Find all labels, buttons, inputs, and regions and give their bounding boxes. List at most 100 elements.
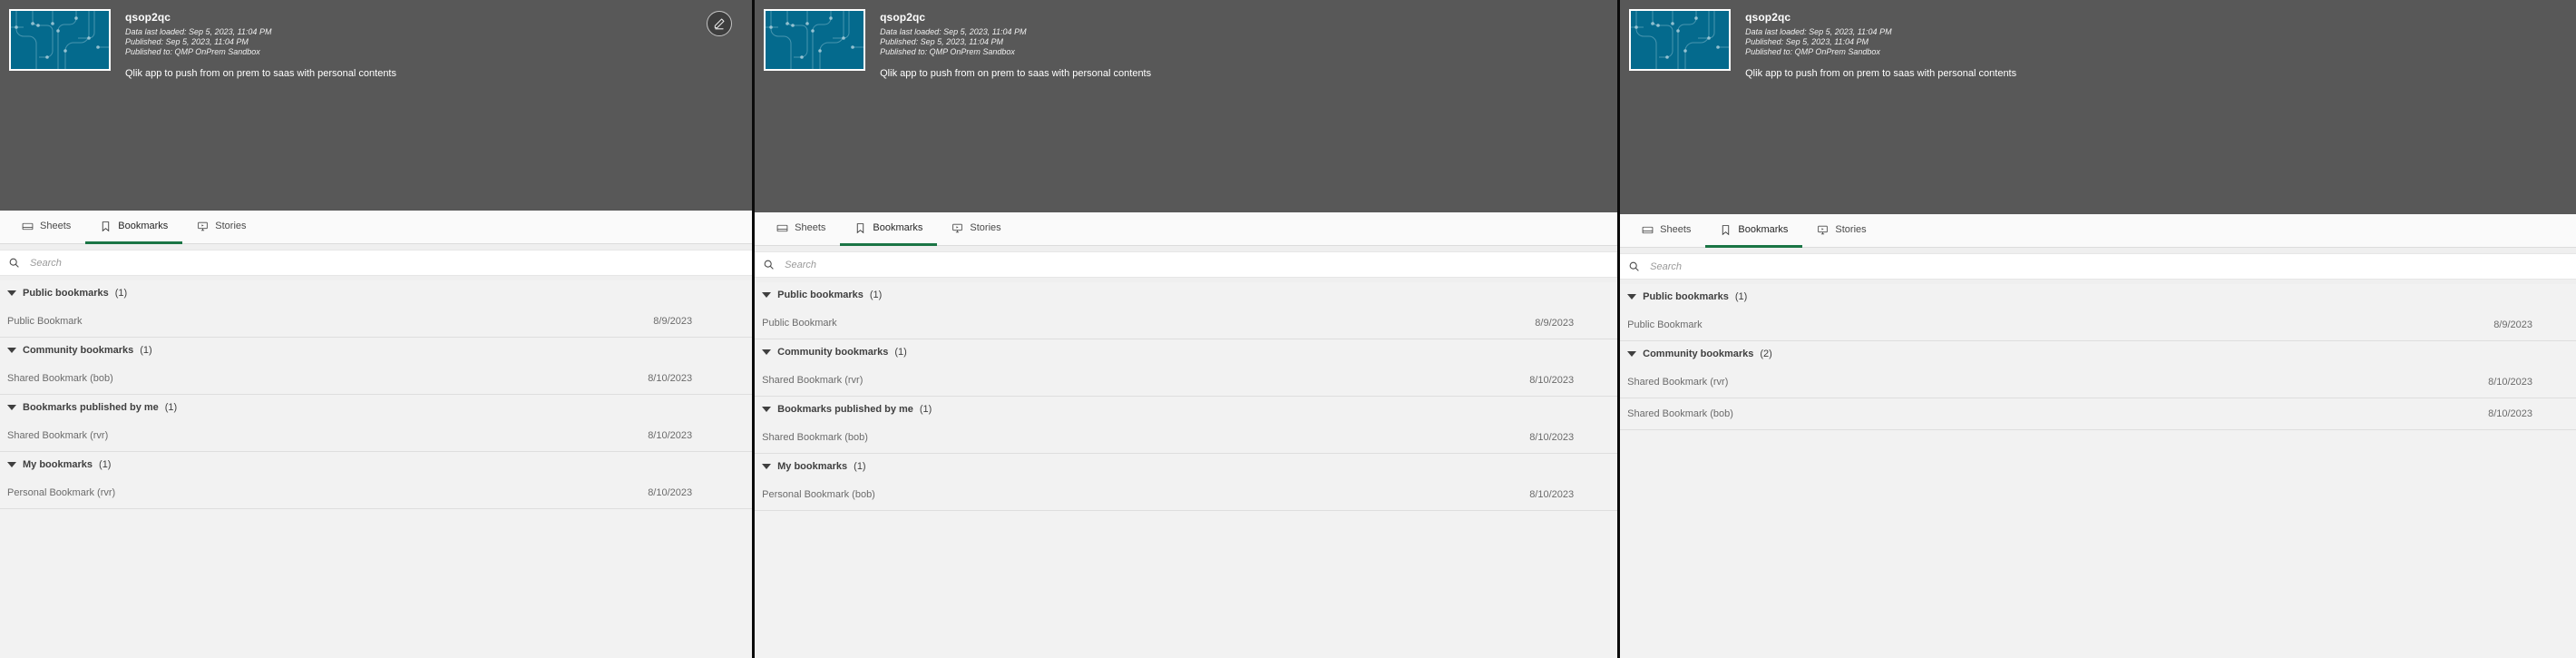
tab-stories[interactable]: Stories [182,211,260,244]
bookmark-group-header[interactable]: My bookmarks (1) [0,452,752,477]
bookmark-group-header[interactable]: Community bookmarks (1) [0,338,752,363]
bookmark-date: 8/10/2023 [648,487,693,498]
edit-app-button[interactable] [707,11,733,36]
bookmark-group-header[interactable]: Bookmarks published by me (1) [755,397,1617,422]
tab-stories[interactable]: Stories [937,212,1015,246]
search-input[interactable] [28,256,702,270]
bookmark-icon [854,222,866,234]
app-panel-3: qsop2qc Data last loaded: Sep 5, 2023, 11… [1620,0,2576,658]
bookmark-date: 8/10/2023 [1529,489,1575,500]
bookmark-group-header[interactable]: Public bookmarks (1) [1620,284,2576,309]
caret-down-icon [7,462,16,467]
bookmark-group-label: Public bookmarks [1643,291,1729,302]
bookmark-row[interactable]: Personal Bookmark (rvr) 8/10/2023 [0,477,753,509]
bookmark-group-label: My bookmarks [23,459,93,470]
bookmark-group-count: (1) [114,288,128,299]
caret-down-icon [762,349,772,355]
bookmark-row[interactable]: Personal Bookmark (bob) 8/10/2023 [755,479,1618,511]
app-header: qsop2qc Data last loaded: Sep 5, 2023, 11… [1620,0,2576,214]
published-to: Published to: QMP OnPrem Sandbox [1745,47,1880,56]
bookmark-group-count: (1) [894,347,907,358]
sheets-icon [776,222,788,234]
bookmark-name: Personal Bookmark (rvr) [7,487,116,498]
bookmark-name: Personal Bookmark (bob) [762,489,875,500]
bookmark-date: 8/9/2023 [2493,319,2533,330]
bookmark-row[interactable]: Public Bookmark 8/9/2023 [1620,309,2576,341]
bookmark-row[interactable]: Shared Bookmark (rvr) 8/10/2023 [1620,367,2576,398]
search-icon [763,259,775,270]
screenshot-root: qsop2qc Data last loaded: Sep 5, 2023, 11… [0,0,2576,658]
app-title: qsop2qc [1745,11,1791,24]
bookmark-group-label: Community bookmarks [777,347,889,358]
bookmark-group-count: (1) [140,345,152,356]
app-meta: qsop2qc Data last loaded: Sep 5, 2023, 11… [1745,9,2016,80]
bookmark-group-header[interactable]: Community bookmarks (1) [755,339,1617,365]
app-panel-2: qsop2qc Data last loaded: Sep 5, 2023, 11… [755,0,1618,658]
bookmark-group-label: Bookmarks published by me [23,402,159,413]
app-meta: qsop2qc Data last loaded: Sep 5, 2023, 11… [880,9,1151,80]
tab-sheets[interactable]: Sheets [1627,214,1705,248]
bookmark-group-header[interactable]: Public bookmarks (1) [755,282,1617,308]
bookmark-group-label: Public bookmarks [23,288,109,299]
caret-down-icon [1627,351,1637,357]
search-area [755,246,1618,282]
bookmark-group-count: (1) [99,459,112,470]
tab-label: Stories [970,222,1001,233]
tab-label: Bookmarks [873,222,923,233]
tab-bookmarks[interactable]: Bookmarks [1705,214,1803,248]
bookmark-date: 8/9/2023 [1535,318,1575,329]
bookmark-row[interactable]: Shared Bookmark (bob) 8/10/2023 [755,422,1618,454]
bookmark-group-header[interactable]: Public bookmarks (1) [0,280,752,306]
pencil-icon [713,17,726,30]
bookmark-row[interactable]: Shared Bookmark (bob) 8/10/2023 [0,363,753,395]
story-icon [1817,224,1829,236]
bookmark-date: 8/10/2023 [1529,375,1575,386]
app-description: Qlik app to push from on prem to saas wi… [125,68,396,79]
bookmark-date: 8/10/2023 [648,373,693,384]
bookmark-row[interactable]: Public Bookmark 8/9/2023 [0,306,753,338]
bookmark-row[interactable]: Shared Bookmark (rvr) 8/10/2023 [0,420,753,452]
tab-stories[interactable]: Stories [1802,214,1880,248]
published-date: Published: Sep 5, 2023, 11:04 PM [1745,37,1869,46]
bookmark-name: Shared Bookmark (bob) [762,432,868,443]
bookmark-icon [100,221,112,232]
bookmark-row[interactable]: Shared Bookmark (rvr) 8/10/2023 [755,365,1618,397]
bookmark-group-count: (1) [164,402,178,413]
bookmark-date: 8/9/2023 [653,316,693,327]
app-thumbnail [1629,9,1732,71]
search-bar[interactable] [0,250,753,276]
bookmark-name: Shared Bookmark (rvr) [762,375,864,386]
tab-label: Sheets [1660,224,1692,235]
app-description: Qlik app to push from on prem to saas wi… [880,68,1152,79]
bookmark-group-label: Bookmarks published by me [777,404,913,415]
app-title: qsop2qc [125,11,171,24]
bookmark-row[interactable]: Public Bookmark 8/9/2023 [755,308,1618,339]
tab-sheets[interactable]: Sheets [762,212,840,246]
bookmark-date: 8/10/2023 [1529,432,1575,443]
search-input[interactable] [1648,260,2505,273]
app-description: Qlik app to push from on prem to saas wi… [1745,68,2017,79]
bookmark-name: Shared Bookmark (rvr) [1627,377,1729,388]
tab-bookmarks[interactable]: Bookmarks [85,211,183,244]
tab-bookmarks[interactable]: Bookmarks [840,212,938,246]
bookmark-group-label: Public bookmarks [777,290,864,300]
published-date: Published: Sep 5, 2023, 11:04 PM [125,37,249,46]
sheets-icon [1642,224,1654,236]
tab-bar: Sheets Bookmarks Stories [755,212,1618,246]
bookmark-group-header[interactable]: My bookmarks (1) [755,454,1617,479]
search-bar[interactable] [1620,253,2576,280]
search-input[interactable] [783,258,1556,271]
bookmark-group-header[interactable]: Bookmarks published by me (1) [0,395,752,420]
bookmark-group-count: (1) [919,404,932,415]
bookmark-row[interactable]: Shared Bookmark (bob) 8/10/2023 [1620,398,2576,430]
caret-down-icon [762,292,772,298]
story-icon [197,221,209,232]
bookmark-name: Shared Bookmark (rvr) [7,430,109,441]
tab-sheets[interactable]: Sheets [7,211,85,244]
bookmark-group-header[interactable]: Community bookmarks (2) [1620,341,2576,367]
bookmark-group-label: My bookmarks [777,461,848,472]
search-area [1620,248,2576,284]
bookmark-date: 8/10/2023 [2488,408,2533,419]
search-bar[interactable] [755,251,1618,278]
app-title: qsop2qc [880,11,926,24]
